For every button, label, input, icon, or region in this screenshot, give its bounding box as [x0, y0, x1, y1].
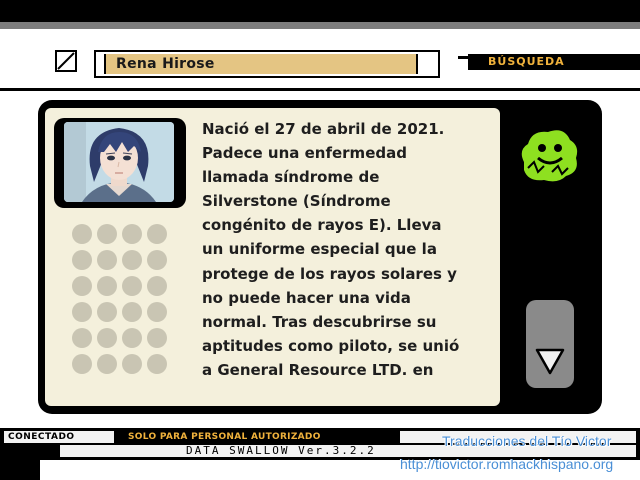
indicator-dot [147, 224, 167, 244]
bio-line: aptitudes como piloto, se unió [202, 336, 460, 355]
bio-line: a General Resource LTD. en [202, 360, 434, 379]
indicator-dot [147, 328, 167, 348]
indicator-dot [147, 250, 167, 270]
slash-box-icon[interactable] [55, 50, 77, 72]
dot-grid [72, 224, 172, 374]
scroll-down-icon[interactable] [534, 346, 566, 376]
top-bar-shadow [0, 22, 640, 29]
indicator-dot [147, 276, 167, 296]
biography-text: Nació el 27 de abril de 2021. Padece una… [202, 117, 492, 382]
indicator-dot [97, 328, 117, 348]
top-bar [0, 0, 640, 22]
indicator-dot [122, 250, 142, 270]
indicator-dot [122, 302, 142, 322]
indicator-dot [122, 224, 142, 244]
bio-line: un uniforme especial que la [202, 240, 437, 259]
indicator-dot [97, 250, 117, 270]
bio-line: protege de los rayos solares y [202, 264, 457, 283]
credit-url: http://tiovictor.romhackhispano.org [400, 456, 614, 472]
indicator-dot [147, 354, 167, 374]
indicator-dot [72, 328, 92, 348]
header-divider [0, 88, 640, 91]
indicator-dot [97, 276, 117, 296]
indicator-dot [72, 224, 92, 244]
version-label: DATA SWALLOW Ver.3.2.2 [186, 444, 376, 457]
bio-line: Nació el 27 de abril de 2021. [202, 120, 445, 138]
name-highlight: Rena Hirose [104, 54, 418, 74]
connection-status: CONECTADO [4, 431, 114, 443]
character-name: Rena Hirose [116, 56, 215, 72]
character-portrait [64, 122, 174, 202]
search-button[interactable]: BÚSQUEDA [468, 54, 640, 70]
bio-line: no puede hacer una vida [202, 288, 411, 307]
bio-line: normal. Tras descubrirse su [202, 312, 437, 331]
name-field: Rena Hirose [94, 50, 440, 78]
indicator-dot [97, 224, 117, 244]
indicator-dot [97, 302, 117, 322]
bio-line: Silverstone (Síndrome [202, 192, 391, 211]
indicator-dot [122, 276, 142, 296]
indicator-dot [122, 354, 142, 374]
indicator-dot [147, 302, 167, 322]
bio-line: Padece una enfermedad [202, 144, 407, 163]
indicator-dot [72, 302, 92, 322]
indicator-dot [122, 328, 142, 348]
indicator-dot [72, 250, 92, 270]
indicator-dot [97, 354, 117, 374]
authorized-notice: SOLO PARA PERSONAL AUTORIZADO [128, 432, 321, 442]
indicator-dot [72, 276, 92, 296]
bio-line: congénito de rayos E). Lleva [202, 216, 442, 235]
indicator-dot [72, 354, 92, 374]
translation-credit: Traducciones del Tío Victor [442, 433, 612, 449]
bio-line: llamada síndrome de [202, 168, 380, 187]
smiley-logo-icon [514, 122, 584, 188]
